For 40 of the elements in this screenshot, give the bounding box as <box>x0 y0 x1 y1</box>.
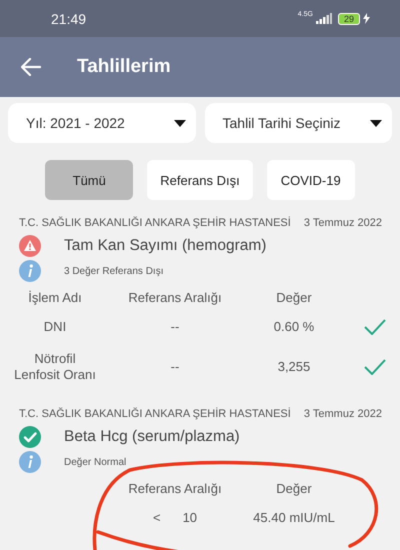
caret-icon <box>174 120 186 126</box>
column-header: Referans Aralığı <box>128 480 222 496</box>
report-date: 3 Temmuz 2022 <box>304 217 382 229</box>
table-cell-text: 10 <box>182 509 198 527</box>
back-arrow-icon <box>21 58 41 76</box>
table-cell-text: Nötrofil Lenfosit Oranı <box>13 350 97 384</box>
info-icon <box>19 451 41 473</box>
column-header: Değer <box>276 480 312 496</box>
charging-icon <box>363 13 370 24</box>
filter-tab[interactable]: Referans Dışı <box>147 160 253 200</box>
column-header: Referans Aralığı <box>128 290 222 304</box>
filter-tab[interactable]: Tümü <box>45 160 134 200</box>
column-header: Değer <box>276 290 312 304</box>
filter-tab[interactable]: COVID-19 <box>266 160 355 200</box>
page-title: Tahlillerim <box>77 56 171 78</box>
warning-icon <box>19 234 41 256</box>
table-cell-text: DNI <box>44 318 66 336</box>
report-date: 3 Temmuz 2022 <box>304 408 382 420</box>
table-cell-text: < <box>152 509 161 527</box>
dropdown[interactable]: Tahlil Tarihi Seçiniz <box>204 103 392 143</box>
info-icon <box>19 260 41 282</box>
table-cell-text: 45.40 mIU/mL <box>253 509 335 527</box>
check-circle-icon <box>19 426 41 448</box>
back-button[interactable] <box>19 56 43 78</box>
table-cell-text: -- <box>170 318 180 336</box>
battery-indicator: 29 <box>338 12 360 24</box>
hospital-name: T.C. SAĞLIK BAKANLIĞI ANKARA ŞEHİR HASTANESİ <box>19 408 291 420</box>
test-title[interactable]: Tam Kan Sayımı (hemogram) <box>64 236 266 254</box>
table-cell-text: 0.60 % <box>274 318 314 336</box>
signal-icon <box>316 13 332 24</box>
result-summary: 3 Değer Referans Dışı <box>64 266 164 276</box>
caret-icon <box>370 120 382 126</box>
table-cell-text: 3,255 <box>278 358 310 376</box>
test-title[interactable]: Beta Hcg (serum/plazma) <box>64 428 240 446</box>
dropdown[interactable]: Yıl: 2021 - 2022 <box>8 103 196 143</box>
column-header: İşlem Adı <box>28 290 82 304</box>
table-cell-text: -- <box>170 358 180 376</box>
clock-time: 21:49 <box>51 10 86 26</box>
result-summary: Değer Normal <box>64 456 126 468</box>
hospital-name: T.C. SAĞLIK BAKANLIĞI ANKARA ŞEHİR HASTANESİ <box>19 217 291 229</box>
